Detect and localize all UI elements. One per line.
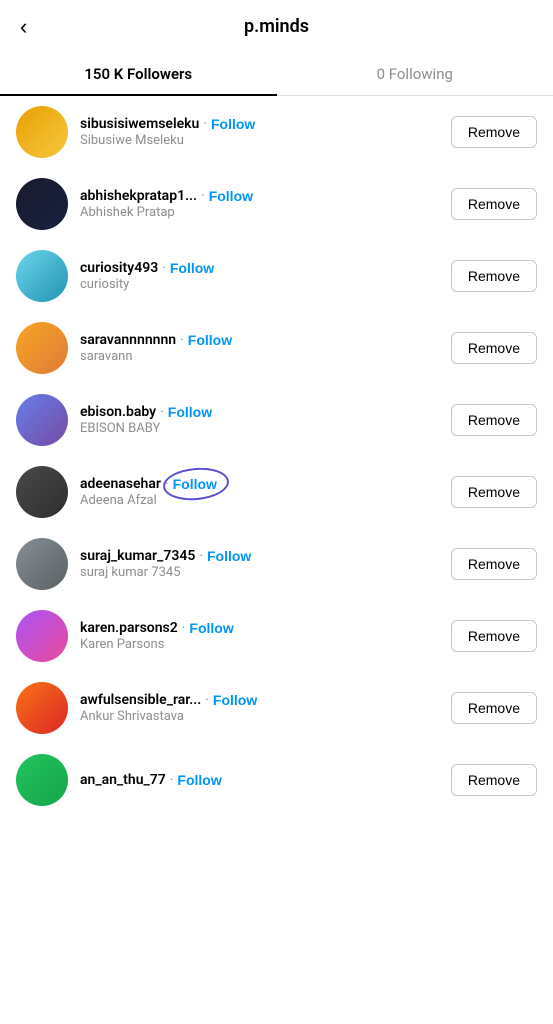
avatar [16, 106, 68, 158]
display-name: Sibusiwe Mseleku [80, 133, 443, 148]
username-text: ebison.baby [80, 404, 156, 420]
username-text: curiosity493 [80, 260, 158, 276]
avatar [16, 250, 68, 302]
separator-dot: · [170, 772, 174, 788]
list-item: abhishekpratap1...·FollowAbhishek Pratap… [0, 168, 553, 240]
user-info: abhishekpratap1...·FollowAbhishek Pratap [80, 188, 443, 220]
display-name: saravann [80, 349, 443, 364]
header: ‹ p.minds [0, 0, 553, 53]
avatar [16, 322, 68, 374]
avatar [16, 394, 68, 446]
list-item: an_an_thu_77·Follow Remove [0, 744, 553, 816]
username-row: adeenasehar·Follow [80, 476, 443, 492]
user-info: suraj_kumar_7345·Followsuraj kumar 7345 [80, 548, 443, 580]
avatar [16, 610, 68, 662]
separator-dot: · [180, 332, 184, 348]
avatar [16, 754, 68, 806]
remove-button[interactable]: Remove [451, 404, 537, 436]
tab-following[interactable]: 0 Following [277, 53, 553, 95]
display-name: curiosity [80, 277, 443, 292]
remove-button[interactable]: Remove [451, 764, 537, 796]
page-title: p.minds [244, 16, 309, 37]
list-item: suraj_kumar_7345·Followsuraj kumar 7345R… [0, 528, 553, 600]
separator-dot: · [182, 620, 186, 636]
username-text: sibusisiwemseleku [80, 116, 199, 132]
username-text: karen.parsons2 [80, 620, 178, 636]
username-text: awfulsensible_rar... [80, 692, 201, 708]
separator-dot: · [203, 116, 207, 132]
display-name: EBISON BABY [80, 421, 443, 436]
display-name: Abhishek Pratap [80, 205, 443, 220]
avatar [16, 178, 68, 230]
user-info: an_an_thu_77·Follow [80, 772, 443, 788]
username-row: curiosity493·Follow [80, 260, 443, 276]
separator-dot: · [160, 404, 164, 420]
remove-button[interactable]: Remove [451, 548, 537, 580]
user-info: adeenasehar·FollowAdeena Afzal [80, 476, 443, 508]
username-row: karen.parsons2·Follow [80, 620, 443, 636]
username-row: an_an_thu_77·Follow [80, 772, 443, 788]
remove-button[interactable]: Remove [451, 332, 537, 364]
list-item: ebison.baby·FollowEBISON BABYRemove [0, 384, 553, 456]
tabs: 150 K Followers 0 Following [0, 53, 553, 96]
username-text: an_an_thu_77 [80, 772, 166, 788]
display-name: Adeena Afzal [80, 493, 443, 508]
user-info: karen.parsons2·FollowKaren Parsons [80, 620, 443, 652]
follow-button[interactable]: Follow [170, 260, 214, 276]
avatar [16, 466, 68, 518]
follow-button[interactable]: Follow [189, 620, 233, 636]
separator-dot: · [205, 692, 209, 708]
list-item: curiosity493·FollowcuriosityRemove [0, 240, 553, 312]
follow-button[interactable]: Follow [211, 116, 255, 132]
follow-button[interactable]: Follow [173, 476, 217, 492]
remove-button[interactable]: Remove [451, 116, 537, 148]
separator-dot: · [201, 188, 205, 204]
avatar [16, 682, 68, 734]
remove-button[interactable]: Remove [451, 476, 537, 508]
tab-followers[interactable]: 150 K Followers [0, 53, 277, 95]
follow-button[interactable]: Follow [213, 692, 257, 708]
follow-button[interactable]: Follow [188, 332, 232, 348]
remove-button[interactable]: Remove [451, 692, 537, 724]
user-info: curiosity493·Followcuriosity [80, 260, 443, 292]
username-row: saravannnnnnn·Follow [80, 332, 443, 348]
username-text: adeenasehar [80, 476, 161, 492]
username-text: abhishekpratap1... [80, 188, 197, 204]
follow-button[interactable]: Follow [207, 548, 251, 564]
follow-button[interactable]: Follow [177, 772, 221, 788]
list-item: saravannnnnnn·FollowsaravannRemove [0, 312, 553, 384]
follow-button[interactable]: Follow [168, 404, 212, 420]
list-item: karen.parsons2·FollowKaren ParsonsRemove [0, 600, 553, 672]
remove-button[interactable]: Remove [451, 188, 537, 220]
username-row: abhishekpratap1...·Follow [80, 188, 443, 204]
list-item: sibusisiwemseleku·FollowSibusiwe Mseleku… [0, 96, 553, 168]
user-info: sibusisiwemseleku·FollowSibusiwe Mseleku [80, 116, 443, 148]
user-info: ebison.baby·FollowEBISON BABY [80, 404, 443, 436]
display-name: Ankur Shrivastava [80, 709, 443, 724]
separator-dot: · [199, 548, 203, 564]
user-info: awfulsensible_rar...·FollowAnkur Shrivas… [80, 692, 443, 724]
remove-button[interactable]: Remove [451, 620, 537, 652]
user-info: saravannnnnnn·Followsaravann [80, 332, 443, 364]
remove-button[interactable]: Remove [451, 260, 537, 292]
list-item: adeenasehar·FollowAdeena AfzalRemove [0, 456, 553, 528]
username-text: suraj_kumar_7345 [80, 548, 195, 564]
separator-dot: · [165, 476, 169, 492]
separator-dot: · [162, 260, 166, 276]
back-button[interactable]: ‹ [20, 14, 27, 40]
username-row: suraj_kumar_7345·Follow [80, 548, 443, 564]
username-row: sibusisiwemseleku·Follow [80, 116, 443, 132]
username-text: saravannnnnnn [80, 332, 176, 348]
follow-button[interactable]: Follow [209, 188, 253, 204]
display-name: Karen Parsons [80, 637, 443, 652]
list-item: awfulsensible_rar...·FollowAnkur Shrivas… [0, 672, 553, 744]
username-row: ebison.baby·Follow [80, 404, 443, 420]
display-name: suraj kumar 7345 [80, 565, 443, 580]
followers-list: sibusisiwemseleku·FollowSibusiwe Mseleku… [0, 96, 553, 816]
avatar [16, 538, 68, 590]
username-row: awfulsensible_rar...·Follow [80, 692, 443, 708]
